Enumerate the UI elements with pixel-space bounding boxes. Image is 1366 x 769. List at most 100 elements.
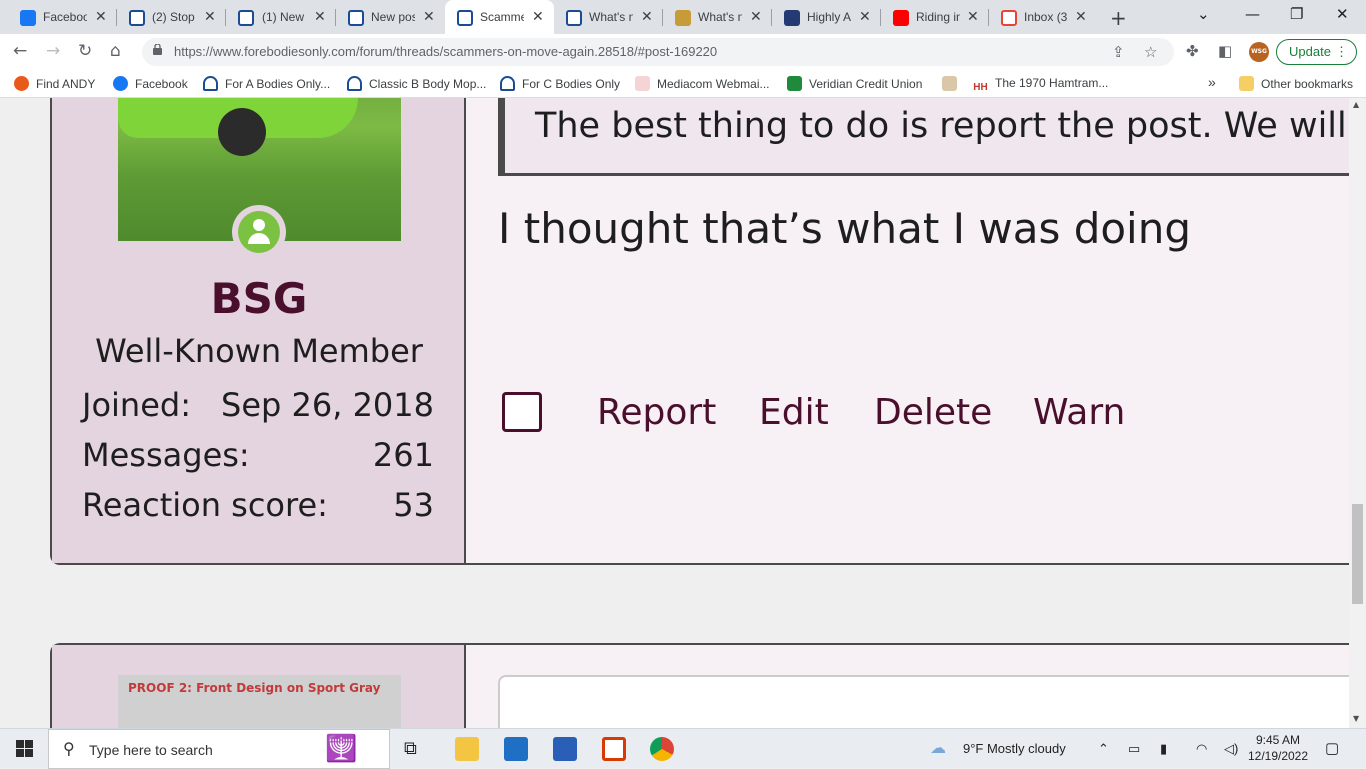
bookmark-star-icon[interactable]: ☆ [1144, 43, 1157, 61]
forum-post-next: PROOF 2: Front Design on Sport Gray [50, 643, 1366, 728]
extensions-puzzle-icon[interactable]: ✤ [1186, 42, 1199, 60]
tray-chevron-up-icon[interactable]: ⌃ [1098, 741, 1109, 757]
restore-icon[interactable]: ❐ [1290, 5, 1303, 23]
page-scrollbar[interactable]: ▲ ▼ [1349, 98, 1366, 728]
clock-time: 9:45 AM [1255, 733, 1301, 747]
mopar-icon [457, 10, 473, 26]
bookmark-tp[interactable] [942, 76, 964, 91]
scroll-up-icon[interactable]: ▲ [1353, 100, 1359, 109]
user-title: Well-Known Member [95, 332, 423, 370]
tab-label: (1) New [262, 10, 305, 24]
tab-0[interactable]: Faceboo ✕ [0, 0, 117, 34]
task-view-icon[interactable]: ⧉ [404, 738, 428, 762]
new-tab-icon[interactable]: + [1110, 6, 1127, 30]
share-icon[interactable]: ⇪ [1112, 43, 1125, 61]
tab-7[interactable]: Highly A ✕ [772, 0, 881, 34]
bookmark-find-andy[interactable]: Find ANDY [14, 76, 95, 91]
bookmark-veridian[interactable]: Veridian Credit Union [787, 76, 922, 91]
post-user-panel: PROOF 2: Front Design on Sport Gray [52, 645, 466, 728]
tab-1[interactable]: (2) Stop ✕ [117, 0, 226, 34]
avatar-caption: PROOF 2: Front Design on Sport Gray [128, 681, 381, 695]
tab-9[interactable]: Inbox (3 ✕ [989, 0, 1097, 34]
stat-label: Joined: [82, 386, 191, 424]
window-close-icon[interactable]: ✕ [1336, 5, 1349, 23]
bookmark-b-body[interactable]: Classic B Body Mop... [347, 76, 486, 91]
bookmark-facebook[interactable]: Facebook [113, 76, 188, 91]
delete-link[interactable]: Delete [874, 392, 992, 433]
wifi-icon[interactable]: ◠ [1196, 741, 1207, 757]
user-avatar-image[interactable]: PROOF 2: Front Design on Sport Gray [118, 675, 401, 728]
weather-text[interactable]: 9°F Mostly cloudy [963, 741, 1066, 756]
update-button[interactable]: Update ⋮ [1276, 39, 1357, 65]
scroll-down-icon[interactable]: ▼ [1353, 714, 1359, 723]
stat-messages: Messages: 261 [82, 436, 434, 474]
close-icon[interactable]: ✕ [641, 8, 653, 25]
taskbar-search-box[interactable]: ⚲ Type here to search 🕎 [48, 729, 390, 769]
quote-text: The best thing to do is report the post.… [535, 106, 1366, 146]
system-clock[interactable]: 9:45 AM 12/19/2022 [1244, 732, 1312, 764]
tab-2[interactable]: (1) New ✕ [226, 0, 336, 34]
close-icon[interactable]: ✕ [967, 8, 979, 25]
mopar-icon [500, 76, 515, 91]
bookmark-hamtramck[interactable]: HH The 1970 Hamtram... [973, 76, 1108, 95]
mopar-icon [566, 10, 582, 26]
bookmark-c-bodies[interactable]: For C Bodies Only [500, 76, 620, 91]
select-post-checkbox[interactable] [502, 392, 542, 432]
edit-link[interactable]: Edit [759, 392, 829, 433]
display-icon[interactable]: ▭ [1128, 741, 1140, 757]
volume-icon[interactable]: ◁) [1224, 741, 1238, 757]
other-bookmarks-folder[interactable]: Other bookmarks [1239, 76, 1353, 91]
bookmarks-overflow-chevron[interactable]: » [1208, 74, 1216, 90]
file-explorer-icon[interactable] [455, 737, 479, 761]
windows-taskbar: ⚲ Type here to search 🕎 ⧉ ☁ 9°F Mostly c… [0, 728, 1366, 769]
battery-icon[interactable]: ▮ [1160, 741, 1167, 757]
forum-page: BSG Well-Known Member Joined: Sep 26, 20… [0, 98, 1366, 728]
post-user-panel: BSG Well-Known Member Joined: Sep 26, 20… [52, 98, 466, 563]
address-bar[interactable]: https://www.forebodiesonly.com/forum/thr… [142, 38, 1174, 66]
back-arrow-icon[interactable]: ← [13, 41, 27, 61]
windows-start-icon[interactable] [16, 740, 33, 757]
tab-8[interactable]: Riding in ✕ [881, 0, 989, 34]
mopar-icon [129, 10, 145, 26]
bookmark-mediacom[interactable]: Mediacom Webmai... [635, 76, 769, 91]
tab-3[interactable]: New pos ✕ [336, 0, 445, 34]
profile-avatar[interactable]: WSG [1249, 42, 1269, 62]
reload-icon[interactable]: ↻ [78, 41, 92, 61]
side-panel-icon[interactable]: ◧ [1218, 42, 1232, 60]
reply-editor[interactable] [498, 675, 1366, 728]
folder-icon [1239, 76, 1254, 91]
clock-date: 12/19/2022 [1247, 749, 1309, 763]
forward-arrow-icon[interactable]: → [46, 41, 60, 61]
tab-5[interactable]: What's n ✕ [554, 0, 663, 34]
close-icon[interactable]: ✕ [859, 8, 871, 25]
bookmark-a-bodies[interactable]: For A Bodies Only... [203, 76, 330, 91]
gmail-icon [1001, 10, 1017, 26]
close-icon[interactable]: ✕ [204, 8, 216, 25]
tab-search-chevron-icon[interactable]: ⌄ [1197, 5, 1210, 23]
close-icon[interactable]: ✕ [532, 8, 544, 25]
minimize-icon[interactable]: — [1245, 5, 1260, 23]
username[interactable]: BSG [52, 274, 466, 323]
warn-link[interactable]: Warn [1033, 392, 1125, 433]
office-icon[interactable] [602, 737, 626, 761]
report-link[interactable]: Report [597, 392, 716, 433]
home-icon[interactable]: ⌂ [110, 41, 121, 61]
stat-value: Sep 26, 2018 [221, 386, 434, 424]
notifications-icon[interactable]: ▢ [1325, 739, 1339, 757]
tab-6[interactable]: What's n ✕ [663, 0, 772, 34]
close-icon[interactable]: ✕ [423, 8, 435, 25]
scrollbar-thumb[interactable] [1352, 504, 1363, 604]
tab-label: Faceboo [43, 10, 87, 24]
chrome-icon[interactable] [650, 737, 674, 761]
mopar-icon [238, 10, 254, 26]
stat-value[interactable]: 261 [373, 436, 434, 474]
weather-cloud-icon: ☁ [930, 740, 946, 757]
store-icon[interactable] [553, 737, 577, 761]
close-icon[interactable]: ✕ [314, 8, 326, 25]
close-icon[interactable]: ✕ [750, 8, 762, 25]
tab-4-active[interactable]: Scamme ✕ [445, 0, 554, 34]
close-icon[interactable]: ✕ [1075, 8, 1087, 25]
mail-icon[interactable] [504, 737, 528, 761]
close-icon[interactable]: ✕ [95, 8, 107, 25]
facebook-icon [20, 10, 36, 26]
